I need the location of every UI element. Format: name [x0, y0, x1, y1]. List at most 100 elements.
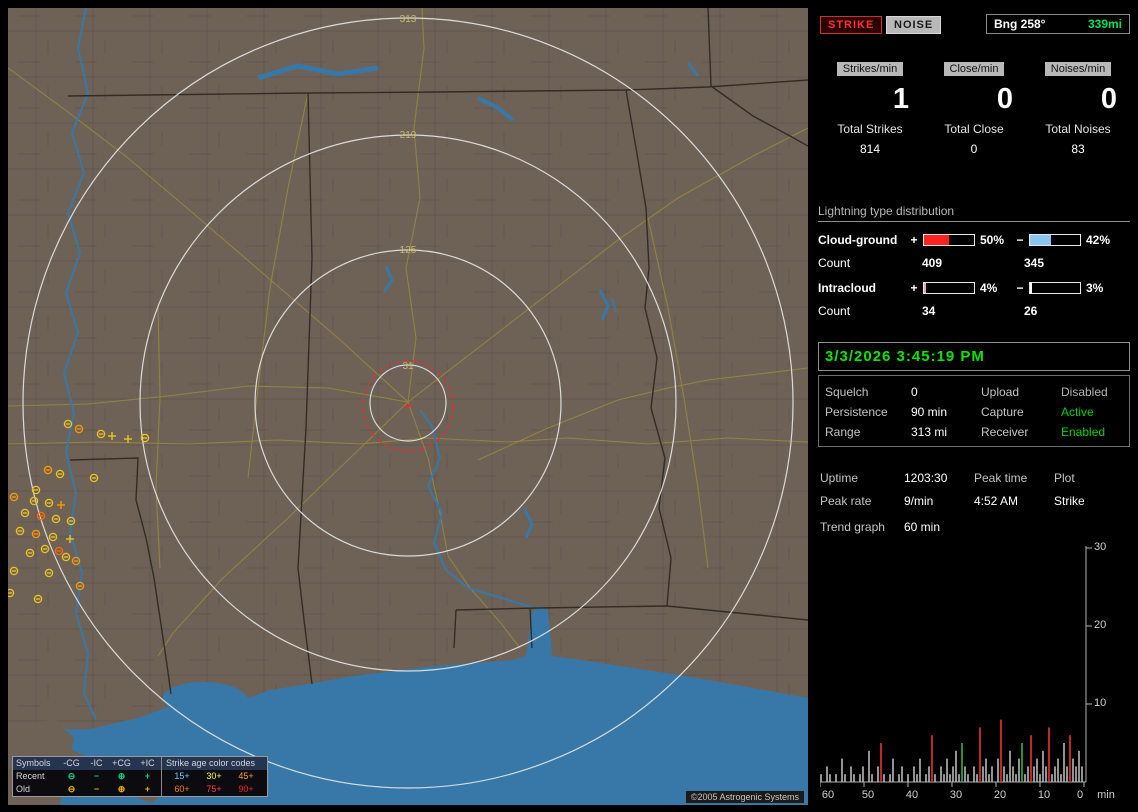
trend-xtick-50: 50 [858, 789, 878, 801]
trend-graph-plot [820, 546, 1110, 788]
bearing-distance: 339mi [1088, 15, 1122, 33]
intracloud-label: Intracloud [818, 281, 908, 295]
recent-neg-cg-icon: ⊖ [59, 770, 84, 783]
range-label: Range [825, 425, 911, 439]
uptime-label: Uptime [820, 471, 904, 485]
map-legend: Symbols -CG -IC +CG +IC Strike age color… [12, 756, 268, 797]
bearing-readout: Bng 258° 339mi [986, 14, 1130, 34]
total-strikes-value: 814 [818, 142, 922, 156]
legend-col-neg-cg: -CG [59, 757, 84, 770]
close-per-min-badge: Close/min [944, 62, 1005, 76]
noise-mode-button[interactable]: NOISE [886, 16, 941, 34]
map-panel[interactable]: 313 219 125 31 Symbols -CG -IC +CG +IC S… [8, 8, 808, 805]
range-value: 313 mi [911, 425, 981, 439]
sidebar-panel: STRIKE NOISE Bng 258° 339mi Strikes/min … [818, 8, 1130, 805]
intracloud-row: Intracloud + 4% − 3% [818, 281, 1130, 295]
ic-negative-count: 26 [1024, 304, 1130, 318]
ring-label-125: 125 [400, 245, 417, 256]
strikes-per-min-badge: Strikes/min [837, 62, 903, 76]
capture-label: Capture [981, 405, 1061, 419]
ic-count-row: Count 34 26 [818, 304, 1130, 318]
cloud-ground-row: Cloud-ground + 50% − 42% [818, 233, 1130, 247]
age-code-60: 60+ [166, 783, 198, 796]
info-row-1: Uptime 1203:30 Peak time Plot [820, 466, 1130, 489]
peak-rate-label: Peak rate [820, 494, 904, 508]
minus-sign: − [1014, 233, 1026, 247]
distribution-heading: Lightning type distribution [818, 204, 1130, 222]
ic-negative-bar [1029, 282, 1081, 294]
strike-mode-button[interactable]: STRIKE [820, 16, 882, 34]
cg-count-label: Count [818, 256, 922, 270]
persistence-label: Persistence [825, 405, 911, 419]
peak-time-label: Peak time [974, 471, 1054, 485]
age-code-45: 45+ [230, 770, 262, 783]
legend-col-pos-cg: +CG [109, 757, 134, 770]
age-code-75: 75+ [198, 783, 230, 796]
trend-xtick-60: 60 [818, 789, 838, 801]
age-code-15: 15+ [166, 770, 198, 783]
trend-xtick-0: 0 [1070, 789, 1090, 801]
trend-xtick-30: 30 [946, 789, 966, 801]
peak-rate-value: 9/min [904, 494, 974, 508]
legend-header-row: Symbols -CG -IC +CG +IC Strike age color… [13, 757, 267, 770]
recent-pos-ic-icon: + [134, 770, 161, 783]
squelch-value: 0 [911, 385, 981, 399]
close-stat-column: Close/min 0 Total Close 0 [922, 62, 1026, 156]
old-pos-ic-icon: + [134, 783, 161, 796]
legend-recent-label: Recent [13, 770, 59, 783]
noises-per-min-badge: Noises/min [1045, 62, 1111, 76]
session-info-section: Uptime 1203:30 Peak time Plot Peak rate … [820, 466, 1130, 512]
legend-recent-row: Recent ⊖ − ⊕ + 15+30+45+ [13, 770, 267, 783]
datetime-display: 3/3/2026 3:45:19 PM [818, 342, 1130, 371]
receiver-location-dot [406, 404, 410, 408]
lightning-distribution-section: Lightning type distribution Cloud-ground… [818, 204, 1130, 318]
receiver-status-section: Squelch 0 Upload Disabled Persistence 90… [818, 375, 1130, 447]
old-pos-cg-icon: ⊕ [109, 783, 134, 796]
upload-value: Disabled [1061, 385, 1123, 399]
strikes-stat-column: Strikes/min 1 Total Strikes 814 [818, 62, 922, 156]
plus-sign: + [908, 233, 920, 247]
trend-xtick-40: 40 [902, 789, 922, 801]
ic-count-label: Count [818, 304, 922, 318]
plot-label: Plot [1054, 471, 1130, 485]
uptime-value: 1203:30 [904, 471, 974, 485]
ring-label-219: 219 [400, 130, 417, 141]
trend-xtick-10: 10 [1034, 789, 1054, 801]
total-close-value: 0 [922, 142, 1026, 156]
old-neg-cg-icon: ⊖ [59, 783, 84, 796]
legend-age-title: Strike age color codes [161, 757, 267, 770]
lightning-map[interactable]: 313 219 125 31 [8, 8, 808, 805]
minus-sign: − [1014, 281, 1026, 295]
cg-count-row: Count 409 345 [818, 256, 1130, 270]
copyright-text: ©2005 Astrogenic Systems [686, 791, 804, 803]
trend-ytick-30: 30 [1094, 541, 1118, 553]
info-row-2: Peak rate 9/min 4:52 AM Strike [820, 489, 1130, 512]
total-noises-label: Total Noises [1026, 122, 1130, 136]
cg-negative-count: 345 [1024, 256, 1130, 270]
ic-positive-pct: 4% [978, 281, 1014, 295]
plot-value: Strike [1054, 494, 1130, 508]
status-row-persistence: Persistence 90 min Capture Active [825, 402, 1123, 422]
total-strikes-label: Total Strikes [818, 122, 922, 136]
trend-window-value: 60 min [904, 520, 1130, 534]
trend-x-unit: min [1096, 789, 1116, 801]
cg-positive-pct: 50% [978, 233, 1014, 247]
recent-neg-ic-icon: − [84, 770, 109, 783]
cg-negative-pct: 42% [1084, 233, 1120, 247]
ring-label-31: 31 [402, 361, 414, 372]
status-row-squelch: Squelch 0 Upload Disabled [825, 382, 1123, 402]
ic-negative-pct: 3% [1084, 281, 1120, 295]
old-neg-ic-icon: − [84, 783, 109, 796]
noises-stat-column: Noises/min 0 Total Noises 83 [1026, 62, 1130, 156]
cloud-ground-label: Cloud-ground [818, 233, 908, 247]
persistence-value: 90 min [911, 405, 981, 419]
receiver-value: Enabled [1061, 425, 1123, 439]
legend-col-neg-ic: -IC [84, 757, 109, 770]
total-noises-value: 83 [1026, 142, 1130, 156]
status-row-range: Range 313 mi Receiver Enabled [825, 422, 1123, 442]
age-code-30: 30+ [198, 770, 230, 783]
ring-label-313: 313 [400, 14, 417, 25]
recent-pos-cg-icon: ⊕ [109, 770, 134, 783]
trend-graph-label: Trend graph [820, 520, 904, 534]
ic-positive-bar [923, 282, 975, 294]
